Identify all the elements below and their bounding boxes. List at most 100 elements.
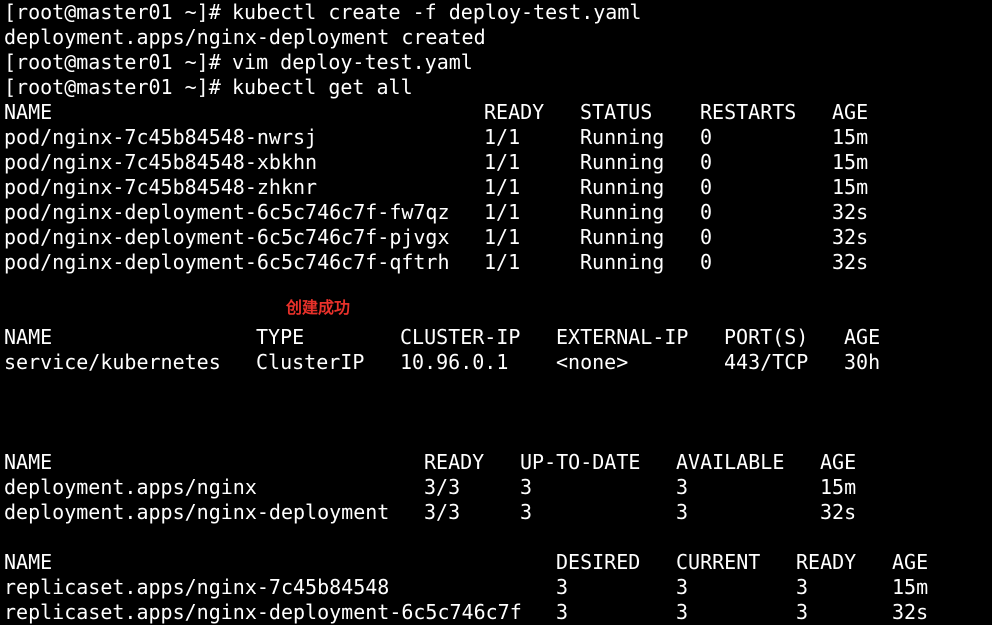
pod-age: 15m <box>832 150 869 174</box>
deployment-age: 15m <box>820 475 857 499</box>
pod-restarts: 0 <box>700 150 713 174</box>
replicaset-age: 15m <box>892 575 929 599</box>
column-header: NAME <box>4 550 53 574</box>
pod-status: Running <box>580 125 665 149</box>
table-header: NAME DESIRED CURRENT READY AGE <box>0 550 992 575</box>
deployment-age: 32s <box>820 500 857 524</box>
pod-age: 32s <box>832 225 869 249</box>
deployment-available: 3 <box>676 500 689 524</box>
column-header: NAME <box>4 450 53 474</box>
pod-restarts: 0 <box>700 125 713 149</box>
deployment-available: 3 <box>676 475 689 499</box>
deployment-ready: 3/3 <box>424 475 461 499</box>
pod-name: pod/nginx-deployment-6c5c746c7f-pjvgx <box>4 225 450 249</box>
replicaset-name: replicaset.apps/nginx-deployment-6c5c746… <box>4 600 522 624</box>
column-header: STATUS <box>580 100 653 124</box>
table-row: deployment.apps/nginx 3/3 3 3 15m <box>0 475 992 500</box>
replicaset-ready: 3 <box>796 575 809 599</box>
pod-age: 32s <box>832 200 869 224</box>
replicaset-name: replicaset.apps/nginx-7c45b84548 <box>4 575 390 599</box>
pod-restarts: 0 <box>700 175 713 199</box>
pod-restarts: 0 <box>700 225 713 249</box>
pod-status: Running <box>580 250 665 274</box>
replicaset-desired: 3 <box>556 600 569 624</box>
shell-prompt: [root@master01 ~]# <box>4 50 221 74</box>
column-header: READY <box>796 550 857 574</box>
pod-name: pod/nginx-deployment-6c5c746c7f-qftrh <box>4 250 450 274</box>
pod-ready: 1/1 <box>484 225 521 249</box>
table-row: replicaset.apps/nginx-7c45b84548 3 3 3 1… <box>0 575 992 600</box>
column-header: DESIRED <box>556 550 641 574</box>
pod-status: Running <box>580 175 665 199</box>
column-header: CURRENT <box>676 550 761 574</box>
pod-age: 32s <box>832 250 869 274</box>
column-header: NAME <box>4 325 53 349</box>
column-header: NAME <box>4 100 53 124</box>
output-line: deployment.apps/nginx-deployment created <box>0 25 992 50</box>
replicaset-ready: 3 <box>796 600 809 624</box>
command-line: [root@master01 ~]# kubectl get all <box>0 75 992 100</box>
column-header: RESTARTS <box>700 100 797 124</box>
pod-age: 15m <box>832 125 869 149</box>
pod-ready: 1/1 <box>484 150 521 174</box>
service-ports: 443/TCP <box>724 350 809 374</box>
pod-status: Running <box>580 200 665 224</box>
pod-age: 15m <box>832 175 869 199</box>
shell-prompt: [root@master01 ~]# <box>4 0 221 24</box>
column-header: AGE <box>844 325 881 349</box>
column-header: AGE <box>820 450 857 474</box>
terminal-window[interactable]: [root@master01 ~]# kubectl create -f dep… <box>0 0 992 625</box>
service-type: ClusterIP <box>256 350 365 374</box>
command-line: [root@master01 ~]# kubectl create -f dep… <box>0 0 992 25</box>
pod-ready: 1/1 <box>484 250 521 274</box>
service-age: 30h <box>844 350 881 374</box>
deployments-table: NAME READY UP-TO-DATE AVAILABLE AGE depl… <box>0 450 992 525</box>
table-row: pod/nginx-7c45b84548-xbkhn 1/1 Running 0… <box>0 150 992 175</box>
table-row: pod/nginx-7c45b84548-zhknr 1/1 Running 0… <box>0 175 992 200</box>
deployment-name: deployment.apps/nginx <box>4 475 257 499</box>
replicaset-age: 32s <box>892 600 929 624</box>
column-header: UP-TO-DATE <box>520 450 641 474</box>
service-cluster-ip: 10.96.0.1 <box>400 350 509 374</box>
replicaset-current: 3 <box>676 600 689 624</box>
deployment-ready: 3/3 <box>424 500 461 524</box>
pod-name: pod/nginx-7c45b84548-nwrsj <box>4 125 318 149</box>
pod-ready: 1/1 <box>484 125 521 149</box>
table-row: service/kubernetes ClusterIP 10.96.0.1 <… <box>0 350 992 375</box>
command-text: kubectl create -f deploy-test.yaml <box>232 0 642 24</box>
table-header: NAME READY UP-TO-DATE AVAILABLE AGE <box>0 450 992 475</box>
success-annotation: 创建成功 <box>286 298 351 317</box>
table-row: replicaset.apps/nginx-deployment-6c5c746… <box>0 600 992 625</box>
services-table: NAME TYPE CLUSTER-IP EXTERNAL-IP PORT(S)… <box>0 325 992 375</box>
command-output: deployment.apps/nginx-deployment created <box>4 25 486 49</box>
table-row: pod/nginx-deployment-6c5c746c7f-fw7qz 1/… <box>0 200 992 225</box>
column-header: READY <box>484 100 545 124</box>
column-header: EXTERNAL-IP <box>556 325 689 349</box>
pod-name: pod/nginx-7c45b84548-xbkhn <box>4 150 318 174</box>
service-external-ip: <none> <box>556 350 629 374</box>
column-header: AGE <box>892 550 929 574</box>
pods-table: NAME READY STATUS RESTARTS AGE pod/nginx… <box>0 100 992 275</box>
pod-status: Running <box>580 150 665 174</box>
pod-restarts: 0 <box>700 200 713 224</box>
replicaset-desired: 3 <box>556 575 569 599</box>
column-header: READY <box>424 450 485 474</box>
table-row: pod/nginx-deployment-6c5c746c7f-qftrh 1/… <box>0 250 992 275</box>
replicasets-table: NAME DESIRED CURRENT READY AGE replicase… <box>0 550 992 625</box>
table-row: pod/nginx-7c45b84548-nwrsj 1/1 Running 0… <box>0 125 992 150</box>
replicaset-current: 3 <box>676 575 689 599</box>
pod-restarts: 0 <box>700 250 713 274</box>
shell-prompt: [root@master01 ~]# <box>4 75 221 99</box>
table-header: NAME READY STATUS RESTARTS AGE <box>0 100 992 125</box>
column-header: AVAILABLE <box>676 450 785 474</box>
column-header: TYPE <box>256 325 305 349</box>
column-header: CLUSTER-IP <box>400 325 521 349</box>
pod-ready: 1/1 <box>484 200 521 224</box>
service-name: service/kubernetes <box>4 350 221 374</box>
